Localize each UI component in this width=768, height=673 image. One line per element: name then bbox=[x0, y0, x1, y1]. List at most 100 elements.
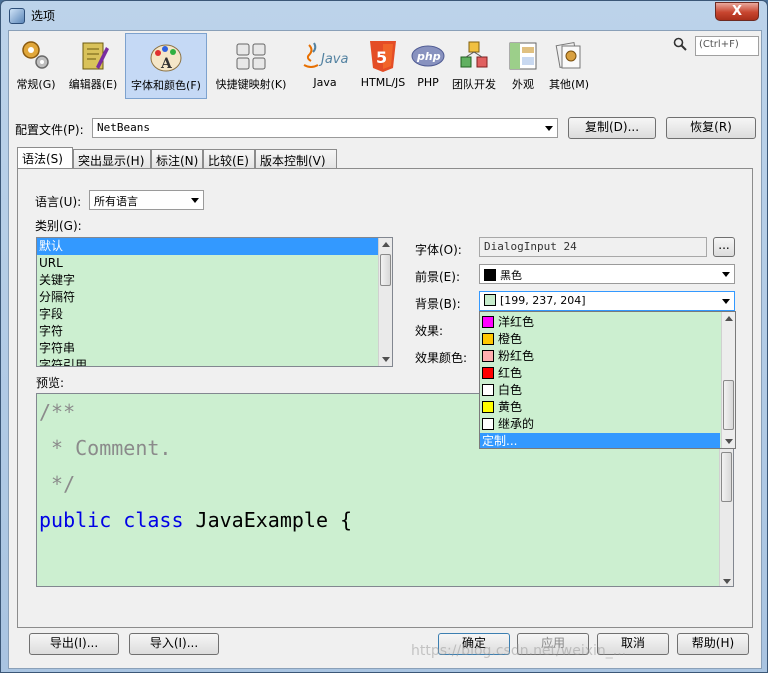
svg-text:A: A bbox=[160, 56, 173, 72]
profile-select[interactable]: NetBeans bbox=[92, 118, 558, 138]
keyword-token: public bbox=[39, 508, 112, 532]
foreground-value: 黑色 bbox=[500, 269, 522, 282]
toolbar-editor-label: 编辑器(E) bbox=[68, 78, 118, 91]
font-label: 字体(O): bbox=[415, 243, 462, 257]
scroll-up-icon[interactable] bbox=[725, 316, 733, 321]
toolbar-html-js-label: HTML/JS bbox=[360, 76, 406, 89]
scroll-down-icon[interactable] bbox=[723, 579, 731, 584]
svg-text:5: 5 bbox=[376, 48, 387, 67]
toolbar-appearance[interactable]: 外观 bbox=[503, 33, 543, 99]
option-label: 白色 bbox=[498, 383, 523, 397]
preview-line: public class JavaExample { bbox=[39, 508, 352, 532]
background-select[interactable]: [199, 237, 204] bbox=[479, 291, 735, 311]
color-swatch bbox=[482, 401, 494, 413]
tab-annotations[interactable]: 标注(N) bbox=[151, 149, 203, 169]
title-bar: 选项 X bbox=[1, 1, 767, 29]
font-chooser-button[interactable]: ... bbox=[713, 237, 735, 257]
import-button[interactable]: 导入(I)... bbox=[129, 633, 219, 655]
scroll-down-icon[interactable] bbox=[382, 357, 390, 362]
scroll-down-icon[interactable] bbox=[725, 439, 733, 444]
toolbar-team[interactable]: 团队开发 bbox=[447, 33, 501, 99]
dropdown-option[interactable]: 白色 bbox=[480, 382, 720, 399]
scroll-thumb[interactable] bbox=[721, 452, 732, 502]
java-icon: Java bbox=[298, 39, 352, 73]
dropdown-scrollbar[interactable] bbox=[721, 312, 735, 448]
list-item[interactable]: 关键字 bbox=[37, 272, 392, 289]
export-button[interactable]: 导出(I)... bbox=[29, 633, 119, 655]
background-label: 背景(B): bbox=[415, 297, 461, 311]
list-item[interactable]: 字符引用 bbox=[37, 357, 392, 366]
color-swatch bbox=[484, 294, 496, 306]
foreground-select[interactable]: 黑色 bbox=[479, 264, 735, 284]
search-input[interactable]: (Ctrl+F) bbox=[695, 36, 759, 56]
toolbar-fonts-colors[interactable]: A 字体和颜色(F) bbox=[125, 33, 207, 99]
list-item[interactable]: 字符 bbox=[37, 323, 392, 340]
list-item[interactable]: 分隔符 bbox=[37, 289, 392, 306]
scroll-thumb[interactable] bbox=[723, 380, 734, 430]
toolbar-misc-label: 其他(M) bbox=[548, 78, 590, 91]
background-dropdown-list[interactable]: 洋红色 橙色 粉红色 红色 白色 黄色 继承的 定制... bbox=[479, 311, 736, 449]
toolbar-html-js[interactable]: 5 HTML/JS bbox=[357, 33, 409, 99]
list-item[interactable]: 字符串 bbox=[37, 340, 392, 357]
font-palette-icon: A bbox=[149, 40, 183, 74]
category-list[interactable]: 默认 URL 关键字 分隔符 字段 字符 字符串 字符引用 bbox=[36, 237, 393, 367]
toolbar-java[interactable]: Java Java bbox=[295, 33, 355, 99]
dropdown-option[interactable]: 橙色 bbox=[480, 331, 720, 348]
option-label: 粉红色 bbox=[498, 349, 535, 363]
restore-profile-button[interactable]: 恢复(R) bbox=[666, 117, 756, 139]
copy-profile-button[interactable]: 复制(D)... bbox=[568, 117, 656, 139]
font-field[interactable]: DialogInput 24 bbox=[479, 237, 707, 257]
toolbar-keymap-label: 快捷键映射(K) bbox=[215, 78, 287, 91]
toolbar-php-label: PHP bbox=[417, 76, 439, 89]
dropdown-option-selected[interactable]: 定制... bbox=[480, 433, 720, 448]
preview-line: * Comment. bbox=[39, 436, 172, 460]
scroll-up-icon[interactable] bbox=[382, 242, 390, 247]
effect-label: 效果: bbox=[415, 324, 444, 338]
list-item[interactable]: 默认 bbox=[37, 238, 392, 255]
profile-label: 配置文件(P): bbox=[15, 123, 84, 137]
keyboard-icon bbox=[234, 39, 268, 73]
help-button[interactable]: 帮助(H) bbox=[677, 633, 749, 655]
dropdown-option[interactable]: 黄色 bbox=[480, 399, 720, 416]
code-token: JavaExample { bbox=[183, 508, 353, 532]
option-label: 定制... bbox=[482, 434, 518, 448]
list-item[interactable]: 字段 bbox=[37, 306, 392, 323]
scroll-thumb[interactable] bbox=[380, 254, 391, 286]
chevron-down-icon bbox=[722, 299, 730, 304]
color-swatch bbox=[482, 384, 494, 396]
preview-scrollbar[interactable] bbox=[719, 442, 733, 586]
php-icon: php bbox=[411, 39, 445, 73]
options-content: 常规(G) 编辑器(E) A 字体和颜色(F) 快捷键映射(K) Java Ja… bbox=[8, 30, 762, 669]
watermark: https://blog.csdn.net/weixin_... bbox=[411, 643, 627, 659]
option-label: 红色 bbox=[498, 366, 523, 380]
svg-text:Java: Java bbox=[318, 52, 348, 67]
tab-diff[interactable]: 比较(E) bbox=[203, 149, 255, 169]
toolbar-keymap[interactable]: 快捷键映射(K) bbox=[211, 33, 291, 99]
category-scrollbar[interactable] bbox=[378, 238, 392, 366]
window-title: 选项 bbox=[31, 9, 56, 23]
dropdown-option[interactable]: 红色 bbox=[480, 365, 720, 382]
toolbar-php[interactable]: php PHP bbox=[411, 33, 445, 99]
list-item[interactable]: URL bbox=[37, 255, 392, 272]
tab-syntax[interactable]: 语法(S) bbox=[17, 147, 73, 169]
language-select[interactable]: 所有语言 bbox=[89, 190, 204, 210]
profile-select-value: NetBeans bbox=[97, 121, 150, 134]
toolbar-misc[interactable]: 其他(M) bbox=[545, 33, 593, 99]
toolbar-editor[interactable]: 编辑器(E) bbox=[63, 33, 123, 99]
color-swatch bbox=[484, 269, 496, 281]
toolbar-java-label: Java bbox=[313, 76, 337, 89]
color-swatch bbox=[482, 418, 494, 430]
tab-versioning[interactable]: 版本控制(V) bbox=[255, 149, 337, 169]
chevron-down-icon bbox=[191, 198, 199, 203]
toolbar-general[interactable]: 常规(G) bbox=[11, 33, 61, 99]
category-toolbar: 常规(G) 编辑器(E) A 字体和颜色(F) 快捷键映射(K) Java Ja… bbox=[9, 31, 761, 103]
editor-icon bbox=[76, 39, 110, 73]
dropdown-option[interactable]: 粉红色 bbox=[480, 348, 720, 365]
tab-highlighting[interactable]: 突出显示(H) bbox=[73, 149, 151, 169]
options-window: 选项 X 常规(G) 编辑器(E) A 字体和颜色(F) 快捷键映射(K) Ja… bbox=[0, 0, 768, 673]
close-button[interactable]: X bbox=[715, 2, 759, 21]
color-swatch bbox=[482, 367, 494, 379]
preview-label: 预览: bbox=[36, 376, 65, 390]
dropdown-option[interactable]: 洋红色 bbox=[480, 314, 720, 331]
dropdown-option[interactable]: 继承的 bbox=[480, 416, 720, 433]
